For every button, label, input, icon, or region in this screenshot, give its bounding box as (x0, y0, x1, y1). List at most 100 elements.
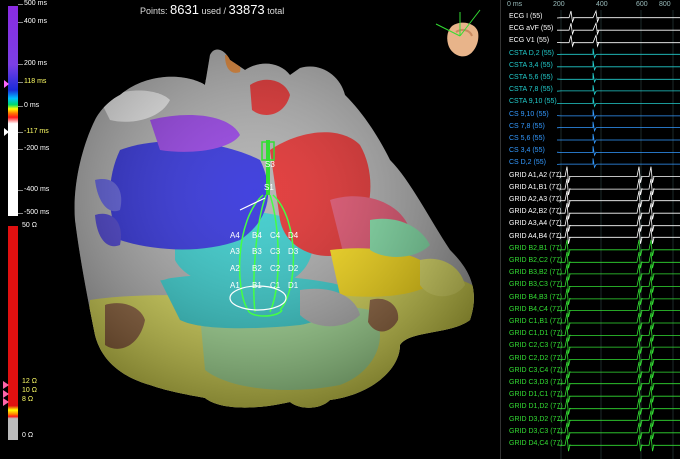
channel-label[interactable]: GRID B4,C4 (77) (509, 306, 562, 314)
grid-electrode-label: C1 (270, 281, 281, 290)
egm-trace (556, 288, 680, 305)
channel-label[interactable]: GRID B3,B2 (77) (509, 269, 562, 277)
egm-trace (556, 398, 680, 415)
channel-label[interactable]: CS 3,4 (55) (509, 147, 545, 155)
egm-trace (557, 239, 680, 257)
egm-trace (557, 166, 680, 183)
lat-scale-label: -117 ms (24, 128, 49, 135)
lat-scale-label: -500 ms (24, 209, 50, 216)
impedance-scale-label: 10 Ω (22, 387, 37, 394)
lat-scale-tick (18, 132, 23, 133)
lat-scale-tick (18, 64, 23, 65)
channel-label[interactable]: ECG I (55) (509, 13, 542, 21)
channel-label[interactable]: CSTA D,2 (55) (509, 50, 554, 58)
channel-label[interactable]: GRID B4,B3 (77) (509, 294, 562, 302)
egm-trace (556, 72, 680, 84)
lat-scale-tick (18, 213, 23, 214)
grid-electrode-label: A4 (230, 231, 240, 240)
egm-trace (557, 422, 680, 440)
egm-trace (557, 133, 680, 145)
grid-electrode-label: C4 (270, 231, 281, 240)
impedance-marker-12[interactable] (3, 381, 9, 389)
egm-trace-panel[interactable]: 0 ms 200 400 600 800 ECG I (55) ECG aVF (55) E… (500, 0, 680, 459)
egm-trace (557, 97, 680, 108)
channel-label[interactable]: CS 7,8 (55) (509, 123, 545, 131)
points-used-value: 8631 (170, 2, 199, 17)
channel-label[interactable]: GRID A3,A4 (77) (509, 220, 562, 228)
map-viewport[interactable]: S3 S1 A4 B4 C4 D4 A3 B3 C3 D3 A2 B2 C2 D2 A1 B1 C1 D1 (60, 20, 500, 459)
channel-label[interactable]: GRID D1,D2 (77) (509, 403, 563, 411)
lat-scale-label: 200 ms (24, 60, 47, 67)
grid-electrode-label: A1 (230, 281, 240, 290)
grid-electrode-label: C2 (270, 264, 281, 273)
points-used-label: used / (201, 6, 226, 16)
egm-trace (556, 9, 680, 24)
egm-trace (556, 109, 680, 120)
channel-label[interactable]: CSTA 5,6 (55) (509, 74, 553, 82)
channel-label[interactable]: GRID D3,C3 (77) (509, 428, 563, 436)
channel-label[interactable]: GRID A1,B1 (77) (509, 184, 562, 192)
channel-label[interactable]: CSTA 9,10 (55) (509, 98, 557, 106)
egm-trace (556, 215, 680, 232)
points-label: Points: (140, 6, 168, 16)
lat-color-scale[interactable] (8, 6, 18, 216)
egm-trace (557, 276, 680, 293)
egm-trace (557, 386, 680, 403)
impedance-scale-label: 12 Ω (22, 378, 37, 385)
channel-label[interactable]: GRID C2,C3 (77) (509, 342, 563, 350)
catheter-label-s1: S1 (264, 183, 274, 192)
orientation-torso-icon[interactable] (430, 8, 490, 64)
lat-scale-tick (18, 4, 23, 5)
channel-label[interactable]: GRID A4,B4 (77) (509, 233, 562, 241)
egm-trace (556, 325, 680, 342)
egm-trace (557, 349, 680, 366)
catheter-label-s3: S3 (265, 160, 275, 169)
egm-trace (556, 85, 680, 96)
grid-electrode-label: D2 (288, 264, 299, 273)
impedance-marker-10[interactable] (3, 390, 9, 398)
channel-label[interactable]: CS D,2 (55) (509, 159, 546, 167)
channel-label[interactable]: GRID B2,B1 (77) (509, 245, 562, 253)
channel-label[interactable]: CS 5,6 (55) (509, 135, 545, 143)
channel-label[interactable]: GRID C3,C4 (77) (509, 367, 563, 375)
grid-electrode-label: D3 (288, 247, 299, 256)
channel-label[interactable]: GRID C1,B1 (77) (509, 318, 562, 326)
egm-trace (556, 121, 680, 133)
channel-label[interactable]: GRID A2,B2 (77) (509, 208, 562, 216)
channel-label[interactable]: GRID C3,D3 (77) (509, 379, 563, 387)
channel-label[interactable]: GRID B3,C3 (77) (509, 281, 562, 289)
egm-trace (556, 300, 680, 318)
channel-label[interactable]: CSTA 3,4 (55) (509, 62, 553, 70)
egm-trace (556, 361, 680, 379)
grid-electrode-label: B3 (252, 247, 262, 256)
impedance-color-scale[interactable] (8, 226, 18, 440)
impedance-scale-label: 50 Ω (22, 222, 37, 229)
egm-trace (556, 251, 680, 269)
channel-label[interactable]: GRID B2,C2 (77) (509, 257, 562, 265)
lat-scale-label: -400 ms (24, 186, 50, 193)
grid-electrode-label: C3 (270, 247, 281, 256)
lat-lower-marker[interactable] (4, 128, 9, 136)
egm-trace (556, 337, 680, 354)
egm-trace (557, 21, 680, 36)
points-total-label: total (267, 6, 285, 16)
channel-label[interactable]: GRID D1,C1 (77) (509, 391, 563, 399)
channel-label[interactable]: ECG aVF (55) (509, 25, 553, 33)
channel-label[interactable]: CSTA 7,8 (55) (509, 86, 553, 94)
channel-label[interactable]: GRID A1,A2 (77) (509, 172, 562, 180)
lat-scale-label: 500 ms (24, 0, 47, 7)
lat-scale-tick (18, 106, 23, 107)
channel-label[interactable]: CS 9,10 (55) (509, 111, 549, 119)
grid-electrode-label: A2 (230, 264, 240, 273)
channel-label[interactable]: GRID D3,D2 (77) (509, 416, 563, 424)
channel-label[interactable]: GRID A2,A3 (77) (509, 196, 562, 204)
lat-scale-label: 0 ms (24, 102, 40, 109)
impedance-marker-8[interactable] (3, 398, 9, 406)
lat-scale-label: 118 ms (24, 78, 47, 85)
channel-label[interactable]: GRID C2,D2 (77) (509, 355, 563, 363)
channel-label[interactable]: GRID D4,C4 (77) (509, 440, 563, 448)
grid-electrode-label: B1 (252, 281, 262, 290)
channel-label[interactable]: ECG V1 (55) (509, 37, 549, 45)
channel-label[interactable]: GRID C1,D1 (77) (509, 330, 563, 338)
lat-upper-marker[interactable] (4, 80, 9, 88)
